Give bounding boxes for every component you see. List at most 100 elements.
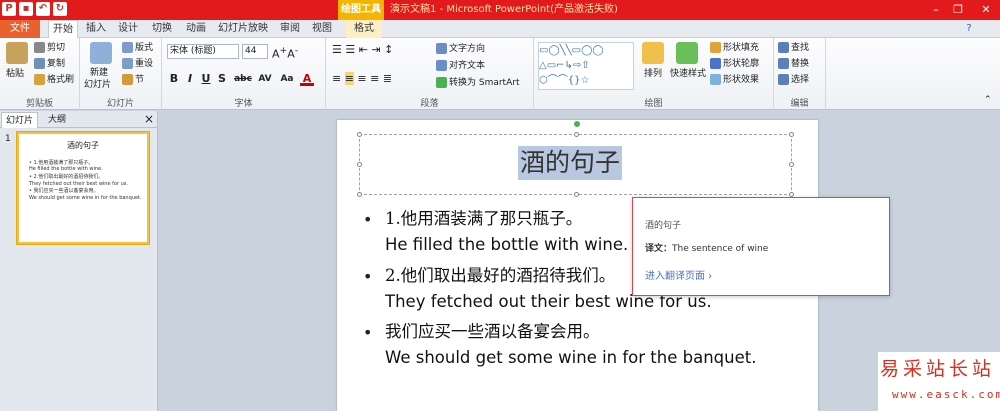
cut-button[interactable]: 剪切 (34, 42, 65, 54)
tab-animations[interactable]: 动画 (183, 20, 209, 38)
resize-handle[interactable] (789, 162, 794, 167)
alignment-buttons-icon[interactable]: ≡ ≡ ≡ ≡ ≣ (332, 72, 392, 85)
underline-button[interactable]: U (200, 72, 212, 86)
quick-styles-icon[interactable] (676, 42, 698, 64)
select-button[interactable]: 选择 (778, 74, 809, 86)
font-size-select[interactable]: 44 (242, 44, 268, 59)
tab-slideshow[interactable]: 幻灯片放映 (217, 20, 269, 38)
text-direction-button[interactable]: 文字方向 (436, 43, 485, 55)
format-painter-button[interactable]: 格式刷 (34, 74, 74, 86)
editing-label: 编辑 (790, 99, 809, 109)
paste-button[interactable]: 粘贴 (6, 68, 24, 80)
translation-popup: 酒的句子 译文：The sentence of wine 进入翻译页面 › (632, 197, 890, 296)
tab-view[interactable]: 视图 (310, 20, 334, 38)
open-translation-link[interactable]: 进入翻译页面 › (645, 267, 712, 282)
arrange-icon[interactable] (642, 42, 664, 64)
resize-handle[interactable] (357, 192, 362, 197)
format-painter-label: 格式刷 (47, 75, 75, 85)
find-button[interactable]: 查找 (778, 42, 809, 54)
slide-thumbnail[interactable]: 酒的句子 • 1.他用酒装满了那只瓶子。 He filled the bottl… (17, 132, 149, 244)
reset-button[interactable]: 重设 (122, 58, 153, 70)
fill-label: 形状填充 (723, 43, 760, 53)
bullet-text-zh[interactable]: 2.他们取出最好的酒招待我们。 (385, 266, 615, 286)
restore-button[interactable]: ❐ (944, 0, 972, 20)
editing-group: 查找 替换 选择 编辑 (774, 38, 826, 110)
close-button[interactable]: ✕ (972, 0, 1000, 20)
copy-button[interactable]: 复制 (34, 58, 65, 70)
tab-slides[interactable]: 幻灯片 (1, 112, 39, 128)
tab-design[interactable]: 设计 (116, 20, 140, 38)
tab-insert[interactable]: 插入 (84, 20, 108, 38)
undo-icon[interactable]: ↶ (36, 2, 50, 16)
thumbnail-line: We should get some wine in for the banqu… (29, 195, 142, 201)
text-direction-icon (436, 43, 447, 54)
section-button[interactable]: 节 (122, 74, 144, 86)
bullet-text-zh[interactable]: 我们应买一些酒以备宴会用。 (385, 322, 600, 342)
bullet-text-en[interactable]: We should get some wine in for the banqu… (385, 348, 756, 368)
copy-label: 复制 (47, 59, 66, 69)
new-slide-button[interactable]: 新建 (90, 67, 108, 79)
new-slide-icon[interactable] (90, 42, 112, 64)
resize-handle[interactable] (574, 132, 579, 137)
tab-home[interactable]: 开始 (48, 20, 78, 38)
help-icon[interactable]: ? (962, 20, 976, 38)
resize-handle[interactable] (357, 162, 362, 167)
tab-outline[interactable]: 大纲 (44, 112, 70, 128)
bullet-text-en[interactable]: He filled the bottle with wine. (385, 235, 628, 255)
effects-label: 形状效果 (723, 75, 760, 85)
tab-review[interactable]: 审阅 (278, 20, 302, 38)
reset-label: 重设 (135, 59, 154, 69)
list-buttons-icon[interactable]: ☰ ☰ ⇤ ⇥ ↕ (332, 44, 393, 56)
tab-transitions[interactable]: 切换 (150, 20, 174, 38)
font-name-select[interactable]: 宋体 (标题) (167, 44, 239, 59)
reset-icon (122, 58, 133, 69)
shape-fill-button[interactable]: 形状填充 (710, 42, 759, 54)
tab-file[interactable]: 文件 (0, 20, 40, 38)
shape-outline-button[interactable]: 形状轮廓 (710, 58, 759, 70)
change-case-button[interactable]: Aa (278, 72, 296, 86)
slides-group: 新建 幻灯片 版式 重设 节 幻灯片 (80, 38, 162, 110)
shadow-button[interactable]: S (216, 72, 228, 86)
translation-label: 译文： (645, 244, 673, 254)
arrange-button[interactable]: 排列 (644, 68, 662, 80)
tab-format[interactable]: 格式 (346, 20, 382, 38)
paragraph-group: ☰ ☰ ⇤ ⇥ ↕ 文字方向 对齐文本 转换为 SmartArt ≡ ≡ ≡ ≡… (326, 38, 534, 110)
redo-icon[interactable]: ↻ (53, 2, 67, 16)
char-spacing-button[interactable]: AV (256, 72, 274, 86)
translation-text: The sentence of wine (672, 244, 769, 254)
close-icon[interactable]: × (144, 112, 154, 126)
align-text-button[interactable]: 对齐文本 (436, 60, 485, 72)
align-text-label: 对齐文本 (449, 61, 486, 71)
bold-button[interactable]: B (168, 72, 180, 86)
powerpoint-logo-icon: P (2, 2, 16, 16)
italic-button[interactable]: I (184, 72, 196, 86)
clipboard-group: 粘贴 剪切 复制 格式刷 剪贴板 (0, 38, 80, 110)
smartart-button[interactable]: 转换为 SmartArt (436, 77, 519, 89)
font-color-button[interactable]: A (300, 72, 314, 86)
layout-button[interactable]: 版式 (122, 42, 153, 54)
thumbnail-line: • 我们应买一些酒以备宴会用。 (29, 188, 99, 194)
smartart-label: 转换为 SmartArt (449, 78, 520, 88)
strikethrough-button[interactable]: abc (234, 72, 252, 86)
resize-handle[interactable] (789, 132, 794, 137)
shape-effects-button[interactable]: 形状效果 (710, 74, 759, 86)
shapes-gallery[interactable]: ▭◯╲╲▭◯◯ △▭⌐↳⇨⇧ ⬡⌒⌒{}☆ (538, 42, 634, 90)
quick-styles-button[interactable]: 快速样式 (670, 68, 706, 80)
resize-handle[interactable] (357, 132, 362, 137)
save-icon[interactable]: ▪ (19, 2, 33, 16)
resize-handle[interactable] (574, 192, 579, 197)
bullet-text-zh[interactable]: 1.他用酒装满了那只瓶子。 (385, 209, 582, 229)
grow-font-icon[interactable]: A+A- (272, 45, 298, 61)
section-icon (122, 74, 133, 85)
align-text-icon (436, 60, 447, 71)
slide-title[interactable]: 酒的句子 (518, 146, 623, 180)
rotation-handle[interactable] (574, 121, 580, 127)
collapse-ribbon-icon[interactable]: ⌃ (984, 94, 992, 106)
watermark-title: 易采站长站 (880, 358, 996, 380)
replace-button[interactable]: 替换 (778, 58, 809, 70)
watermark-logo: 易采站长站 www.easck.com (878, 352, 1000, 411)
bullet-icon: • (363, 210, 373, 229)
paste-icon[interactable] (6, 42, 28, 64)
brush-icon (34, 74, 45, 85)
font-group: 宋体 (标题) 44 A+A- B I U S abc AV Aa A 字体 (162, 38, 326, 110)
